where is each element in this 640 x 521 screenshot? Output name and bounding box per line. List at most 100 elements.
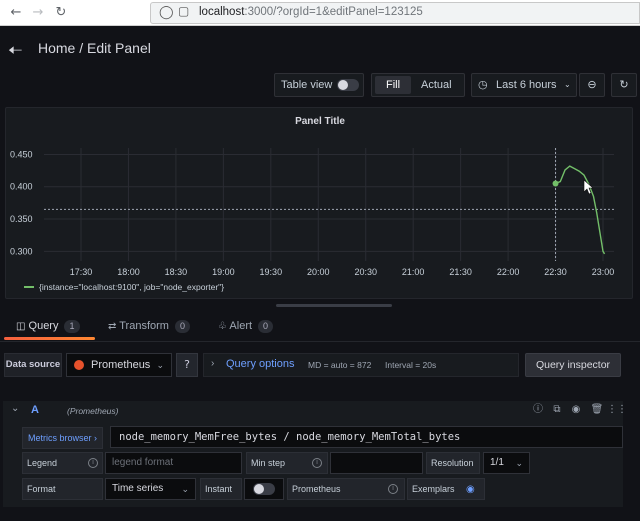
table-view-label: Table view bbox=[281, 79, 333, 91]
datasource-select[interactable]: Prometheus ⌄ bbox=[66, 353, 172, 377]
page-header: 🠠 Home / Edit Panel bbox=[0, 26, 640, 72]
legend-entry: {instance="localhost:9100", job="node_ex… bbox=[39, 282, 224, 292]
fill-button[interactable]: Fill bbox=[375, 76, 411, 94]
tab-query[interactable]: ◫ Query 1 bbox=[16, 320, 80, 333]
tab-alert[interactable]: ♧ Alert 0 bbox=[218, 320, 274, 333]
x-tick-label: 17:30 bbox=[70, 267, 93, 277]
browser-toolbar: ← → ↻ ◯ ▢ localhost:3000/?orgId=1&editPa… bbox=[0, 0, 640, 26]
y-tick-label: 0.400 bbox=[10, 182, 33, 192]
instant-label: Instant bbox=[205, 484, 233, 494]
x-tick-label: 21:30 bbox=[449, 267, 472, 277]
query-options-label: Query options bbox=[226, 358, 295, 370]
clock-icon: ◷ bbox=[478, 79, 488, 91]
chevron-down-icon: ⌄ bbox=[156, 360, 164, 370]
min-step-input[interactable] bbox=[330, 452, 423, 474]
info-icon: i bbox=[388, 484, 398, 494]
editor-tabs: ◫ Query 1 ⇄ Transform 0 ♧ Alert 0 bbox=[0, 312, 640, 342]
refresh-button[interactable]: ↻ bbox=[611, 73, 637, 97]
query-inspector-button[interactable]: Query inspector bbox=[525, 353, 621, 377]
datasource-help-button[interactable]: ? bbox=[176, 353, 198, 377]
metrics-browser-label: Metrics browser bbox=[27, 433, 92, 443]
time-series-chart[interactable]: 0.300 0.350 0.400 0.450 17:30 18:00 18:30 19:00… bbox=[6, 108, 634, 300]
promql-expression-input[interactable]: node_memory_MemFree_bytes / node_memory_… bbox=[110, 426, 623, 448]
page-icon: ▢ bbox=[178, 4, 190, 18]
x-tick-label: 19:00 bbox=[212, 267, 235, 277]
query-options-toggle[interactable]: › Query options MD = auto = 872 Interval… bbox=[203, 353, 519, 377]
table-view-toggle[interactable]: Table view bbox=[274, 73, 364, 97]
min-step-label: Min step bbox=[251, 458, 286, 468]
help-icon[interactable]: ⓘ bbox=[531, 403, 545, 417]
exemplars-label: Exemplars bbox=[412, 484, 455, 494]
pane-splitter[interactable] bbox=[276, 304, 392, 307]
chevron-down-icon: ⌄ bbox=[515, 458, 523, 468]
y-tick-label: 0.350 bbox=[10, 214, 33, 224]
back-arrow-icon[interactable]: 🠠 bbox=[8, 38, 23, 67]
hover-point bbox=[552, 180, 559, 187]
eye-icon[interactable]: ◉ bbox=[569, 403, 583, 417]
back-nav-icon[interactable]: ← bbox=[6, 3, 26, 23]
bell-icon: ♧ bbox=[218, 321, 227, 332]
max-datapoints-text: MD = auto = 872 bbox=[308, 360, 372, 370]
forward-nav-icon[interactable]: → bbox=[28, 3, 48, 23]
trash-icon[interactable]: 🗑 bbox=[590, 403, 604, 417]
info-icon: i bbox=[88, 458, 98, 468]
format-label: Format bbox=[27, 484, 56, 494]
transform-icon: ⇄ bbox=[108, 321, 117, 332]
interval-text: Interval = 20s bbox=[385, 360, 437, 370]
tab-transform[interactable]: ⇄ Transform 0 bbox=[108, 320, 190, 333]
address-bar[interactable]: ◯ ▢ localhost:3000/?orgId=1&editPanel=12… bbox=[150, 2, 640, 24]
resolution-label-box: Resolution bbox=[426, 452, 480, 474]
format-label-box: Format bbox=[22, 478, 103, 500]
zoom-out-icon: ⊖ bbox=[587, 79, 597, 91]
x-tick-label: 20:30 bbox=[354, 267, 377, 277]
time-range-picker[interactable]: ◷ Last 6 hours ⌄ bbox=[471, 73, 577, 97]
tab-transform-count: 0 bbox=[174, 320, 190, 333]
x-tick-label: 18:00 bbox=[117, 267, 140, 277]
time-range-label: Last 6 hours bbox=[496, 79, 557, 91]
info-icon: i bbox=[312, 458, 322, 468]
x-tick-label: 23:00 bbox=[592, 267, 615, 277]
tab-alert-count: 0 bbox=[258, 320, 274, 333]
format-value: Time series bbox=[112, 483, 164, 494]
legend-label: Legend bbox=[27, 458, 58, 468]
x-tick-label: 19:30 bbox=[260, 267, 283, 277]
x-tick-label: 18:30 bbox=[165, 267, 188, 277]
series-line bbox=[555, 165, 606, 255]
query-row-header[interactable]: ⌄ A (Prometheus) ⓘ ⧉ ◉ 🗑 ⋮⋮ bbox=[3, 401, 627, 421]
exemplars-eye-icon[interactable]: ◉ bbox=[466, 484, 475, 495]
query-row-datasource: (Prometheus) bbox=[67, 406, 119, 416]
active-tab-indicator bbox=[4, 337, 95, 340]
chevron-down-icon: ⌄ bbox=[181, 484, 189, 494]
reload-icon[interactable]: ↻ bbox=[51, 3, 71, 23]
prometheus-type-label-box: Prometheus i bbox=[287, 478, 405, 500]
x-tick-label: 22:30 bbox=[544, 267, 567, 277]
instant-label-box: Instant bbox=[200, 478, 242, 500]
tab-query-count: 1 bbox=[64, 320, 80, 333]
chevron-right-icon: › bbox=[94, 433, 98, 443]
chevron-right-icon: › bbox=[211, 358, 215, 369]
zoom-out-button[interactable]: ⊖ bbox=[579, 73, 605, 97]
tab-transform-label: Transform bbox=[119, 320, 169, 332]
tab-query-label: Query bbox=[28, 320, 59, 332]
datasource-label: Data source bbox=[4, 353, 62, 377]
instant-switch[interactable] bbox=[253, 483, 275, 495]
chevron-down-icon[interactable]: ⌄ bbox=[11, 403, 19, 414]
datasource-value: Prometheus bbox=[91, 359, 151, 371]
legend-format-input[interactable]: legend format bbox=[105, 452, 242, 474]
refresh-icon: ↻ bbox=[619, 79, 629, 91]
tab-alert-label: Alert bbox=[229, 320, 253, 332]
table-view-switch[interactable] bbox=[337, 79, 359, 91]
y-tick-label: 0.300 bbox=[10, 246, 33, 256]
resolution-label: Resolution bbox=[431, 458, 474, 468]
x-tick-label: 22:00 bbox=[497, 267, 520, 277]
duplicate-icon[interactable]: ⧉ bbox=[550, 403, 564, 417]
drag-handle-icon[interactable]: ⋮⋮ bbox=[607, 403, 627, 417]
query-row-letter: A bbox=[31, 404, 39, 416]
prometheus-type-label: Prometheus bbox=[292, 484, 341, 494]
resolution-select[interactable]: 1/1 ⌄ bbox=[483, 452, 530, 474]
actual-button[interactable]: Actual bbox=[421, 74, 452, 96]
metrics-browser-button[interactable]: Metrics browser › bbox=[22, 427, 103, 449]
y-tick-label: 0.450 bbox=[10, 149, 33, 159]
format-select[interactable]: Time series ⌄ bbox=[105, 478, 196, 500]
breadcrumb: Home / Edit Panel bbox=[38, 40, 151, 56]
